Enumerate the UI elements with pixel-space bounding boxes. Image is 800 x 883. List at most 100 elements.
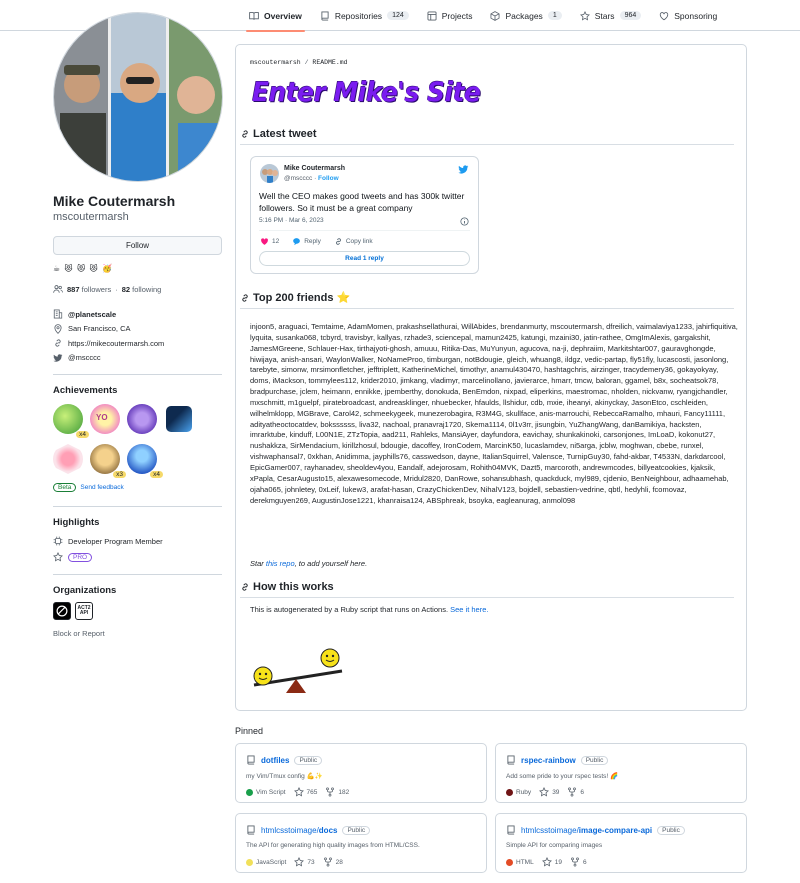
read-reply-button[interactable]: Read 1 reply [259, 251, 470, 266]
tab-packages[interactable]: Packages 1 [481, 0, 570, 31]
profile-login: mscoutermarsh [53, 211, 129, 223]
tweet-timestamp[interactable]: 5:16 PM · Mar 6, 2023 [259, 217, 324, 224]
anchor-link-icon[interactable] [240, 582, 250, 592]
twitter-handle[interactable]: @mscccc [68, 353, 101, 362]
achievement-badge-pull-shark[interactable]: x4 [127, 444, 163, 478]
star-count: 73 [307, 858, 315, 866]
pinned-repo-card: htmlcsstoimage/docs Public The API for g… [235, 813, 487, 873]
repo-forks-link[interactable]: 28 [323, 857, 343, 867]
package-icon [491, 10, 500, 21]
achievements-heading[interactable]: Achievements [53, 385, 223, 396]
achievement-badge-yolo[interactable]: YO [90, 404, 120, 434]
organizations-heading: Organizations [53, 585, 117, 596]
follow-button[interactable]: Follow [53, 236, 222, 255]
location-text: San Francisco, CA [68, 324, 131, 334]
repo-link[interactable]: htmlcsstoimage/docs [261, 826, 337, 835]
block-or-report-link[interactable]: Block or Report [53, 629, 223, 638]
how-this-works-text: This is autogenerated by a Ruby script t… [250, 605, 488, 614]
readme-owner-link[interactable]: mscoutermarsh [250, 59, 301, 66]
pinned-repo-title: dotfiles Public [246, 755, 323, 765]
repo-description: Add some pride to your rspec tests! 🌈 [506, 773, 619, 780]
repo-forks-link[interactable]: 6 [567, 787, 584, 797]
tab-label: Packages [505, 10, 543, 21]
tweet-handle-text[interactable]: @mscccc [284, 175, 312, 182]
friends-list[interactable]: injoon5, araguaci, Temtaime, AdamMomen, … [250, 322, 738, 506]
stars-count: 964 [619, 11, 642, 20]
reply-action[interactable]: Reply [292, 237, 321, 246]
repo-link[interactable]: rspec-rainbow [521, 756, 576, 765]
repo-stars-link[interactable]: 765 [293, 787, 317, 797]
achievement-badge-heart-on-your-sleeve[interactable] [53, 444, 83, 474]
like-count: 12 [272, 238, 280, 245]
highlights-heading: Highlights [53, 517, 100, 528]
tab-stars[interactable]: Stars 964 [571, 0, 651, 31]
heading-text: Top 200 friends ⭐ [253, 292, 351, 304]
achievement-badge-galaxy-brain[interactable] [127, 404, 157, 434]
see-it-here-link[interactable]: See it here. [450, 605, 488, 614]
repo-name: dotfiles [261, 755, 290, 765]
repo-meta: Ruby 39 6 [506, 787, 584, 797]
project-table-icon [427, 11, 437, 20]
repo-stars-link[interactable]: 19 [541, 857, 562, 867]
like-action[interactable]: 12 [260, 237, 279, 246]
org-planetscale-avatar[interactable] [53, 602, 71, 620]
org-htmlcsstoimage-avatar[interactable]: ACT2 API [75, 602, 93, 620]
copy-link-action[interactable]: Copy link [334, 237, 373, 246]
tab-overview[interactable]: Overview [240, 0, 311, 32]
send-feedback-link[interactable]: Send feedback [80, 484, 123, 491]
tab-sponsoring[interactable]: Sponsoring [650, 0, 726, 31]
repo-forks-link[interactable]: 6 [570, 857, 587, 867]
anchor-link-icon[interactable] [240, 293, 250, 303]
heart-filled-icon [261, 238, 268, 245]
follow-stats: 887 followers · 82 following [53, 284, 223, 294]
organization-icon [53, 309, 63, 319]
tab-repositories[interactable]: Repositories 124 [311, 0, 418, 31]
repo-meta: HTML 19 6 [506, 857, 587, 867]
tweet-author-handle: @mscccc · Follow [284, 175, 339, 182]
dot-separator: · [115, 284, 118, 294]
pinned-repo-title: htmlcsstoimage/image-compare-api Public [506, 825, 685, 835]
star-suffix: , to add yourself here. [294, 559, 368, 568]
this-repo-link[interactable]: this repo [266, 559, 295, 568]
repo-stars-link[interactable]: 73 [294, 857, 315, 867]
pinned-repo-card: htmlcsstoimage/image-compare-api Public … [495, 813, 747, 873]
repo-stars-link[interactable]: 39 [539, 787, 559, 797]
anchor-link-icon[interactable] [240, 129, 250, 139]
repo-forks-link[interactable]: 182 [325, 787, 349, 797]
followers-label: followers [81, 284, 112, 294]
pinned-repo-card: dotfiles Public my Vim/Tmux config 💪✨ Vi… [235, 743, 487, 803]
avatar[interactable] [53, 12, 223, 182]
top-friends-heading: Top 200 friends ⭐ [240, 291, 734, 309]
website-link[interactable]: https://mikecoutermarsh.com [68, 339, 164, 348]
tweet-author-name[interactable]: Mike Coutermarsh [284, 165, 345, 172]
status-emoji[interactable]: ☕ 😻 😻 😻 🥳 [53, 264, 223, 273]
following-link[interactable]: 82 following [122, 285, 162, 294]
tweet-avatar-image [260, 164, 279, 183]
reply-bubble-icon [293, 238, 301, 246]
star-icon [53, 552, 63, 562]
divider [53, 574, 222, 575]
tweet-follow-link[interactable]: Follow [318, 175, 339, 182]
pinned-heading: Pinned [235, 726, 264, 736]
tweet-actions: 12 Reply Copy link [260, 237, 373, 246]
tab-projects[interactable]: Projects [418, 0, 482, 31]
company-link[interactable]: @planetscale [68, 310, 116, 319]
info-icon[interactable] [460, 217, 469, 226]
tweet-avatar[interactable] [260, 164, 279, 183]
readme-file-link[interactable]: README.md [312, 59, 347, 66]
twitter-bird-icon[interactable] [458, 164, 469, 175]
tweet-card[interactable]: Mike Coutermarsh @mscccc · Follow Well t… [250, 156, 479, 274]
repo-link[interactable]: htmlcsstoimage/image-compare-api [521, 826, 652, 835]
how-this-works-heading: How this works [240, 581, 734, 598]
achievement-badge-starstruck[interactable] [166, 406, 192, 432]
repo-link[interactable]: dotfiles [261, 756, 289, 765]
cpu-icon [53, 536, 63, 546]
followers-count: 887 [67, 284, 80, 294]
highlight-pro: PRO [53, 549, 223, 565]
achievement-badge-quickdraw[interactable]: x3 [90, 444, 126, 478]
highlight-text[interactable]: Developer Program Member [68, 537, 163, 546]
heading-text: How this works [253, 581, 334, 593]
achievement-badge-pair-extraordinaire[interactable]: x4 [53, 404, 89, 438]
followers-link[interactable]: 887 followers [67, 285, 111, 294]
achievement-badges: x4 YO x3 x4 [53, 404, 223, 478]
